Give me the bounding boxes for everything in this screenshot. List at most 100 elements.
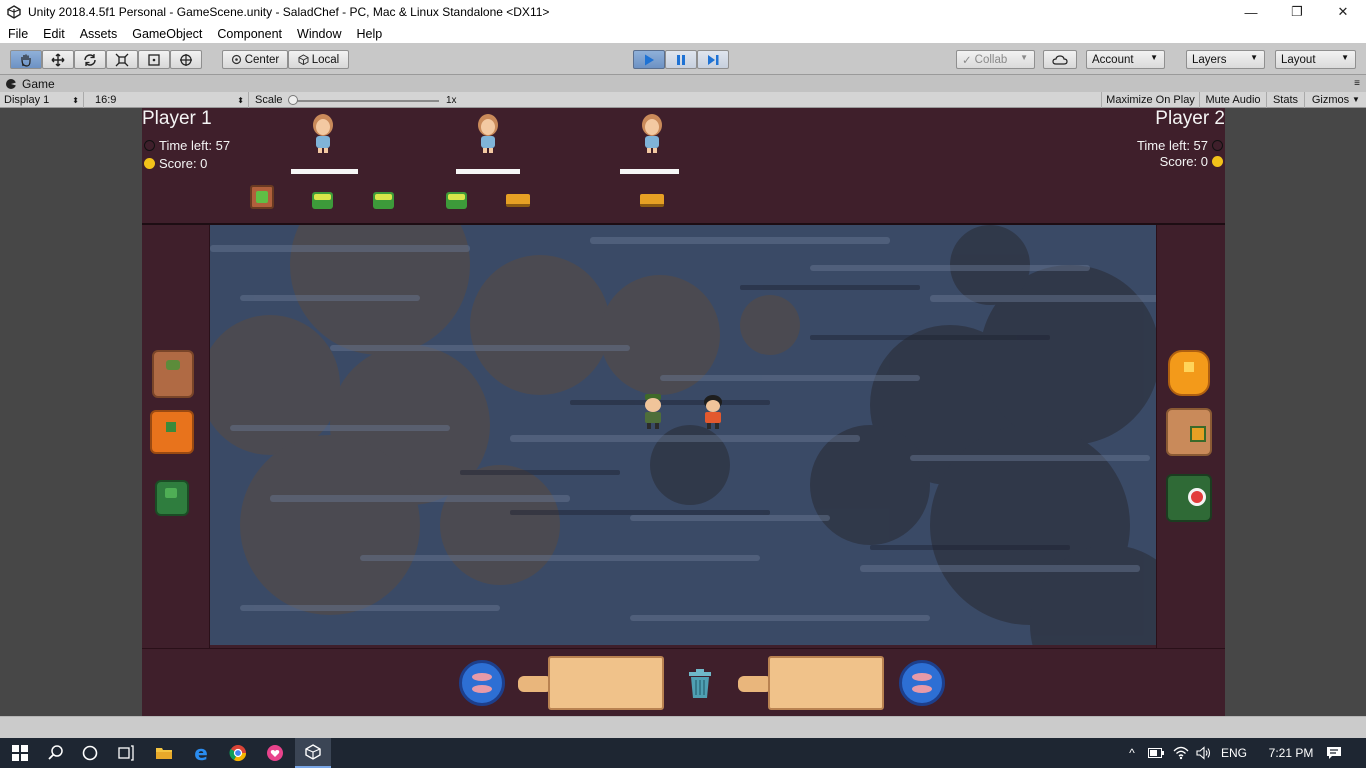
collab-dropdown[interactable]: ✓ Collab ▼ bbox=[956, 50, 1035, 69]
player1-time-left: Time left: 57 bbox=[159, 138, 231, 153]
wifi-icon[interactable] bbox=[1171, 738, 1191, 768]
menu-help[interactable]: Help bbox=[348, 27, 389, 41]
edge-icon[interactable]: e bbox=[183, 738, 219, 768]
player2-title: Player 2 bbox=[1155, 108, 1225, 129]
trash-can-icon[interactable] bbox=[686, 668, 714, 700]
plate-right-icon[interactable] bbox=[899, 660, 945, 706]
order-cabbage-icon bbox=[373, 192, 394, 209]
player1-score: Score: 0 bbox=[159, 156, 208, 171]
maximize-on-play-toggle[interactable]: Maximize On Play bbox=[1101, 92, 1199, 108]
clock[interactable]: 7:21 PM bbox=[1256, 738, 1326, 768]
menu-component[interactable]: Component bbox=[209, 27, 289, 41]
coin-icon bbox=[144, 158, 155, 169]
step-button[interactable] bbox=[697, 50, 729, 69]
layout-dropdown[interactable]: Layout ▼ bbox=[1275, 50, 1356, 69]
menu-gameobject[interactable]: GameObject bbox=[124, 27, 209, 41]
window-title: Unity 2018.4.5f1 Personal - GameScene.un… bbox=[28, 5, 550, 19]
player2-time-left: Time left: 57 bbox=[1136, 138, 1208, 153]
tray-expand-icon[interactable]: ^ bbox=[1122, 738, 1142, 768]
pause-icon bbox=[677, 54, 685, 65]
tab-game[interactable]: Game bbox=[6, 76, 55, 92]
account-dropdown[interactable]: Account ▼ bbox=[1086, 50, 1165, 69]
floor-texture bbox=[210, 225, 1156, 645]
play-icon bbox=[645, 54, 654, 65]
player2-score-row: Score: 0 bbox=[1160, 154, 1223, 169]
customer-3-wait-bar bbox=[620, 169, 679, 174]
scale-tool-button[interactable] bbox=[106, 50, 138, 69]
cloud-button[interactable] bbox=[1043, 50, 1077, 69]
chopping-board-left-icon[interactable] bbox=[518, 656, 664, 710]
main-toolbar: Center Local ✓ Collab ▼ Account ▼ Layers… bbox=[0, 43, 1366, 75]
tab-menu-icon[interactable]: ≡ bbox=[1354, 78, 1360, 89]
chevron-down-icon: ▼ bbox=[1352, 95, 1360, 104]
chef-green-sprite bbox=[645, 394, 661, 429]
order-cheese-icon bbox=[506, 194, 530, 207]
rect-tool-button[interactable] bbox=[138, 50, 170, 69]
search-icon[interactable] bbox=[38, 738, 74, 768]
display-dropdown[interactable]: Display 1 ⬍ bbox=[0, 92, 84, 108]
aspect-dropdown[interactable]: 16:9 ⬍ bbox=[91, 92, 249, 108]
chrome-icon[interactable] bbox=[220, 738, 256, 768]
hand-tool-button[interactable] bbox=[10, 50, 42, 69]
chevron-down-icon: ▼ bbox=[1150, 53, 1158, 62]
chopping-board-right-icon[interactable] bbox=[738, 656, 884, 710]
windows-start-icon[interactable] bbox=[2, 738, 38, 768]
paint-app-icon[interactable] bbox=[257, 738, 293, 768]
customer-2 bbox=[473, 112, 503, 154]
chevron-updown-icon: ⬍ bbox=[237, 95, 244, 105]
customer-sprite bbox=[313, 114, 333, 153]
left-counter bbox=[142, 225, 210, 648]
scale-slider-track[interactable] bbox=[293, 100, 439, 102]
rect-transform-icon bbox=[148, 53, 160, 66]
pivot-center-button[interactable]: Center bbox=[222, 50, 288, 69]
file-explorer-icon[interactable] bbox=[146, 738, 182, 768]
tab-game-label: Game bbox=[22, 77, 55, 91]
rotate-tool-button[interactable] bbox=[74, 50, 106, 69]
scale-value: 1x bbox=[446, 94, 457, 106]
stopwatch-icon bbox=[1212, 140, 1223, 151]
customer-1 bbox=[308, 112, 338, 154]
player2-chef bbox=[698, 393, 728, 431]
chevron-down-icon: ▼ bbox=[1250, 53, 1258, 62]
maximize-button[interactable]: ❐ bbox=[1274, 0, 1320, 24]
pivot-local-button[interactable]: Local bbox=[288, 50, 349, 69]
mute-audio-toggle[interactable]: Mute Audio bbox=[1199, 92, 1266, 108]
aspect-label: 16:9 bbox=[95, 94, 117, 106]
minimize-button[interactable]: — bbox=[1228, 0, 1274, 24]
unity-taskbar-icon[interactable] bbox=[295, 738, 331, 768]
volume-icon[interactable] bbox=[1194, 738, 1214, 768]
plate-left-icon[interactable] bbox=[459, 660, 505, 706]
move-tool-button[interactable] bbox=[42, 50, 74, 69]
order-cheese-icon bbox=[640, 194, 664, 207]
game-tab-row: Game ≡ bbox=[0, 76, 1366, 92]
play-button[interactable] bbox=[633, 50, 665, 69]
notifications-icon[interactable] bbox=[1320, 738, 1348, 768]
language-indicator[interactable]: ENG bbox=[1218, 738, 1250, 768]
coin-icon bbox=[1212, 156, 1223, 167]
menu-assets[interactable]: Assets bbox=[72, 27, 125, 41]
chevron-down-icon: ▼ bbox=[1341, 53, 1349, 62]
scale-slider-thumb[interactable] bbox=[288, 95, 298, 105]
cortana-icon[interactable] bbox=[72, 738, 108, 768]
gizmos-dropdown[interactable]: Gizmos bbox=[1304, 92, 1356, 108]
battery-icon[interactable] bbox=[1146, 738, 1166, 768]
scale-icon bbox=[115, 53, 129, 66]
stats-toggle[interactable]: Stats bbox=[1266, 92, 1304, 108]
windows-taskbar: e ^ ENG 7:21 PM bbox=[0, 738, 1366, 768]
transform-tool-button[interactable] bbox=[170, 50, 202, 69]
chef-orange-sprite bbox=[704, 395, 722, 429]
transform-icon bbox=[180, 53, 192, 66]
pause-button[interactable] bbox=[665, 50, 697, 69]
menu-window[interactable]: Window bbox=[289, 27, 348, 41]
game-screen[interactable]: Player 1 Time left: 57 Score: 0 Player 2… bbox=[142, 108, 1225, 716]
menu-file[interactable]: File bbox=[0, 27, 35, 41]
close-button[interactable]: ✕ bbox=[1320, 0, 1366, 24]
task-view-icon[interactable] bbox=[108, 738, 144, 768]
cloud-icon bbox=[1052, 54, 1068, 65]
menu-edit[interactable]: Edit bbox=[35, 27, 72, 41]
scale-label: Scale bbox=[255, 94, 283, 106]
collab-label: Collab bbox=[974, 53, 1008, 66]
pivot-center-label: Center bbox=[244, 53, 280, 66]
layers-dropdown[interactable]: Layers ▼ bbox=[1186, 50, 1265, 69]
chevron-down-icon: ▼ bbox=[1020, 53, 1028, 62]
